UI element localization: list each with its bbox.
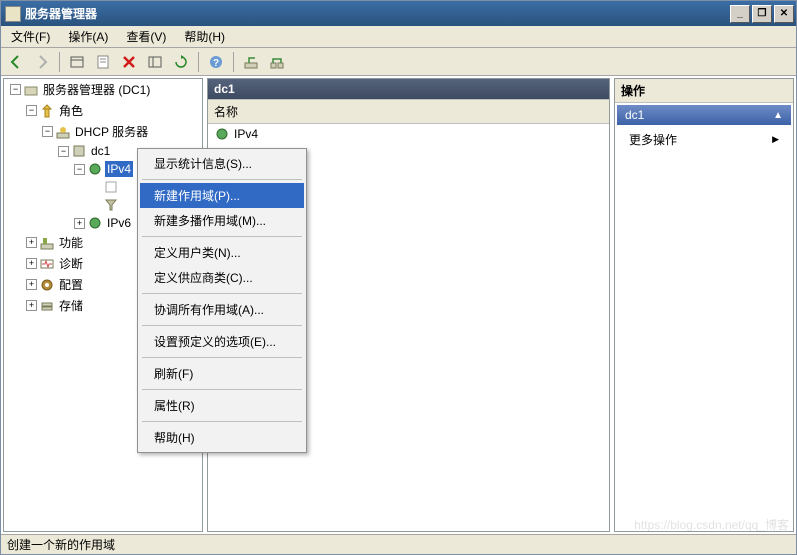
diagnostics-icon xyxy=(39,256,55,272)
toolbar-dhcp2-icon[interactable] xyxy=(266,51,288,73)
tree-ipv4-opt1[interactable] xyxy=(121,186,125,188)
tree-dhcp[interactable]: DHCP 服务器 xyxy=(73,122,150,141)
tree-ipv4[interactable]: IPv4 xyxy=(105,161,133,177)
menubar: 文件(F) 操作(A) 查看(V) 帮助(H) xyxy=(1,26,796,48)
tree-storage[interactable]: 存储 xyxy=(57,296,85,315)
tree-ipv4-opt2[interactable] xyxy=(121,204,125,206)
separator xyxy=(142,236,302,237)
list-item[interactable]: IPv4 xyxy=(208,124,609,144)
toolbar: ? xyxy=(1,48,796,76)
cm-vendor-classes[interactable]: 定义供应商类(C)... xyxy=(140,265,304,290)
expander-icon[interactable]: − xyxy=(42,126,53,137)
tree-config[interactable]: 配置 xyxy=(57,275,85,294)
separator xyxy=(142,325,302,326)
expander-icon[interactable]: − xyxy=(58,146,69,157)
ipv4-icon xyxy=(214,126,230,142)
cm-new-multicast[interactable]: 新建多播作用域(M)... xyxy=(140,208,304,233)
toolbar-props-icon[interactable] xyxy=(92,51,114,73)
expander-icon[interactable]: + xyxy=(26,237,37,248)
cm-predefined[interactable]: 设置预定义的选项(E)... xyxy=(140,329,304,354)
more-actions-label: 更多操作 xyxy=(629,131,677,148)
statusbar: 创建一个新的作用域 xyxy=(1,534,796,554)
cm-user-classes[interactable]: 定义用户类(N)... xyxy=(140,240,304,265)
window-title: 服务器管理器 xyxy=(25,5,730,22)
column-header[interactable]: 名称 xyxy=(208,99,609,124)
separator xyxy=(142,357,302,358)
expander-icon[interactable]: + xyxy=(26,279,37,290)
cm-properties[interactable]: 属性(R) xyxy=(140,393,304,418)
chevron-right-icon: ▶ xyxy=(772,134,779,145)
context-menu: 显示统计信息(S)... 新建作用域(P)... 新建多播作用域(M)... 定… xyxy=(137,148,307,453)
expander-icon[interactable]: − xyxy=(26,105,37,116)
status-text: 创建一个新的作用域 xyxy=(7,536,115,553)
expander-icon[interactable]: + xyxy=(74,218,85,229)
app-icon xyxy=(5,6,21,22)
ipv6-icon xyxy=(87,215,103,231)
actions-pane: 操作 dc1 ▲ 更多操作 ▶ xyxy=(614,78,794,532)
body: − 服务器管理器 (DC1) − 角色 xyxy=(1,76,796,534)
roles-icon xyxy=(39,103,55,119)
config-icon xyxy=(39,277,55,293)
menu-action[interactable]: 操作(A) xyxy=(62,26,114,47)
back-button[interactable] xyxy=(5,51,27,73)
cm-refresh[interactable]: 刷新(F) xyxy=(140,361,304,386)
expander-icon[interactable]: − xyxy=(74,164,85,175)
tree-features[interactable]: 功能 xyxy=(57,233,85,252)
menu-view[interactable]: 查看(V) xyxy=(120,26,172,47)
toolbar-options-icon[interactable] xyxy=(144,51,166,73)
details-header: dc1 xyxy=(208,79,609,99)
ipv4-icon xyxy=(87,161,103,177)
separator xyxy=(142,179,302,180)
minimize-button[interactable]: _ xyxy=(730,5,750,23)
server-manager-icon xyxy=(23,82,39,98)
toolbar-dhcp1-icon[interactable] xyxy=(240,51,262,73)
list-item-label: IPv4 xyxy=(234,127,258,141)
features-icon xyxy=(39,235,55,251)
actions-sub-header[interactable]: dc1 ▲ xyxy=(617,105,791,125)
tree-diagnostics[interactable]: 诊断 xyxy=(57,254,85,273)
more-actions[interactable]: 更多操作 ▶ xyxy=(615,127,793,152)
menu-file[interactable]: 文件(F) xyxy=(5,26,56,47)
separator xyxy=(142,389,302,390)
actions-sub-label: dc1 xyxy=(625,108,644,122)
cm-stats[interactable]: 显示统计信息(S)... xyxy=(140,151,304,176)
expander-icon[interactable]: + xyxy=(26,258,37,269)
options-icon xyxy=(103,179,119,195)
forward-button[interactable] xyxy=(31,51,53,73)
chevron-up-icon: ▲ xyxy=(773,110,783,121)
cm-reconcile[interactable]: 协调所有作用域(A)... xyxy=(140,297,304,322)
dhcp-icon xyxy=(55,124,71,140)
storage-icon xyxy=(39,298,55,314)
titlebar: 服务器管理器 _ ❐ ✕ xyxy=(1,1,796,26)
cm-new-scope[interactable]: 新建作用域(P)... xyxy=(140,183,304,208)
tree-roles[interactable]: 角色 xyxy=(57,101,85,120)
expander-icon[interactable]: − xyxy=(10,84,21,95)
separator xyxy=(142,421,302,422)
toolbar-pane-icon[interactable] xyxy=(66,51,88,73)
tree-root-label[interactable]: 服务器管理器 (DC1) xyxy=(41,80,152,99)
refresh-button[interactable] xyxy=(170,51,192,73)
actions-header: 操作 xyxy=(615,79,793,103)
maximize-button[interactable]: ❐ xyxy=(752,5,772,23)
menu-help[interactable]: 帮助(H) xyxy=(178,26,231,47)
delete-button[interactable] xyxy=(118,51,140,73)
expander-icon[interactable]: + xyxy=(26,300,37,311)
toolbar-help-icon[interactable]: ? xyxy=(205,51,227,73)
separator xyxy=(142,293,302,294)
svg-text:?: ? xyxy=(213,58,219,69)
cm-help[interactable]: 帮助(H) xyxy=(140,425,304,450)
tree-ipv6[interactable]: IPv6 xyxy=(105,215,133,231)
tree-server[interactable]: dc1 xyxy=(89,143,112,159)
filter-icon xyxy=(103,197,119,213)
close-button[interactable]: ✕ xyxy=(774,5,794,23)
server-icon xyxy=(71,143,87,159)
